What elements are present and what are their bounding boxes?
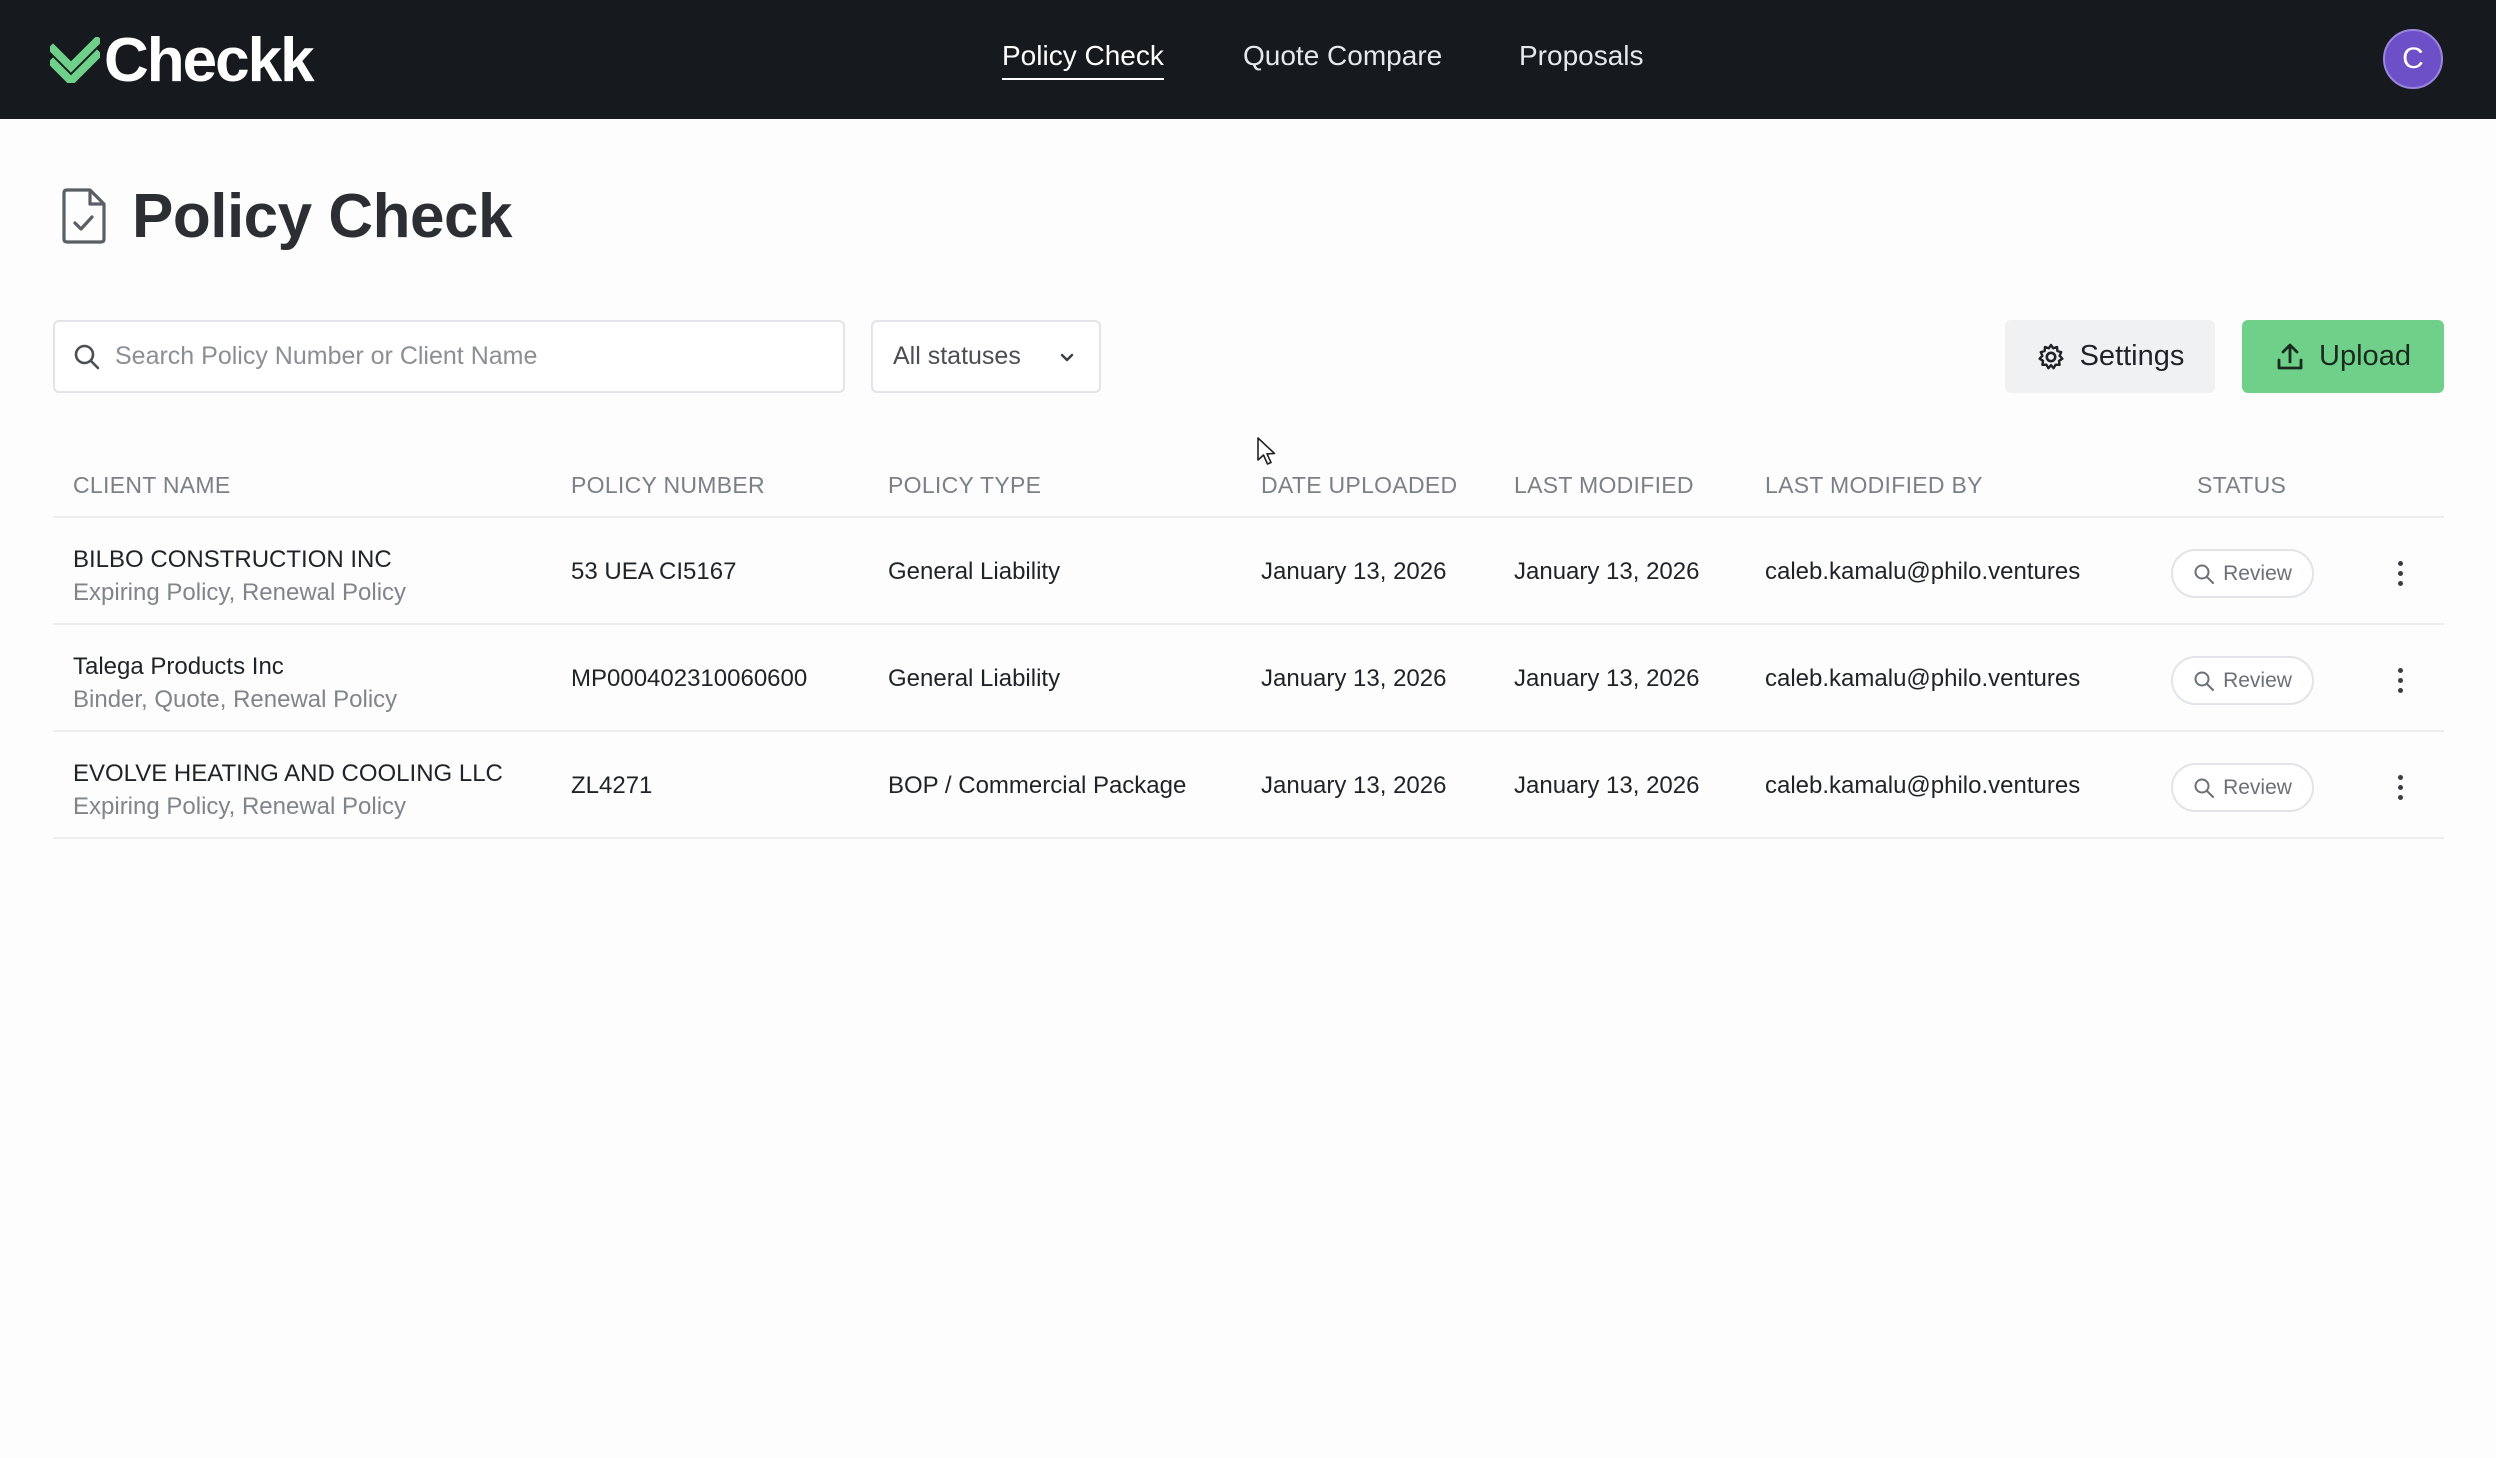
client-document-tags: Expiring Policy, Renewal Policy bbox=[73, 579, 407, 606]
upload-icon bbox=[2277, 343, 2303, 369]
table-row[interactable]: BILBO CONSTRUCTION INC Expiring Policy, … bbox=[53, 518, 2444, 625]
date-uploaded: January 13, 2026 bbox=[1261, 558, 1447, 585]
nav-policy-check[interactable]: Policy Check bbox=[1002, 40, 1164, 80]
status-label: Review bbox=[2223, 775, 2292, 799]
last-modified: January 13, 2026 bbox=[1514, 558, 1700, 585]
search-icon bbox=[2194, 671, 2215, 691]
status-label: Review bbox=[2223, 668, 2292, 692]
search-icon bbox=[2194, 778, 2215, 798]
policy-number: ZL4271 bbox=[571, 772, 653, 799]
review-status-button[interactable]: Review bbox=[2171, 763, 2314, 812]
column-header-last-modified[interactable]: LAST MODIFIED bbox=[1514, 472, 1694, 499]
column-header-policy-number[interactable]: POLICY NUMBER bbox=[571, 472, 765, 499]
client-document-tags: Expiring Policy, Renewal Policy bbox=[73, 793, 407, 820]
client-name: EVOLVE HEATING AND COOLING LLC bbox=[73, 760, 503, 787]
review-status-button[interactable]: Review bbox=[2171, 549, 2314, 598]
status-filter-dropdown[interactable]: All statuses bbox=[871, 320, 1101, 393]
table-header: CLIENT NAME POLICY NUMBER POLICY TYPE DA… bbox=[53, 450, 2444, 518]
column-header-status[interactable]: STATUS bbox=[2197, 472, 2286, 499]
column-header-date-uploaded[interactable]: DATE UPLOADED bbox=[1261, 472, 1457, 499]
policy-table: CLIENT NAME POLICY NUMBER POLICY TYPE DA… bbox=[53, 450, 2444, 839]
policy-number: 53 UEA CI5167 bbox=[571, 558, 737, 585]
review-status-button[interactable]: Review bbox=[2171, 656, 2314, 705]
table-row[interactable]: EVOLVE HEATING AND COOLING LLC Expiring … bbox=[53, 732, 2444, 839]
policy-type: General Liability bbox=[888, 558, 1061, 585]
client-name: BILBO CONSTRUCTION INC bbox=[73, 546, 392, 573]
upload-button[interactable]: Upload bbox=[2242, 320, 2444, 393]
last-modified-by: caleb.kamalu@philo.ventures bbox=[1765, 665, 2081, 692]
row-actions-menu-icon[interactable] bbox=[2383, 765, 2417, 809]
top-navigation-bar: Checkk Policy Check Quote Compare Propos… bbox=[0, 0, 2496, 119]
main-nav: Policy Check Quote Compare Proposals bbox=[0, 0, 2496, 119]
row-actions-menu-icon[interactable] bbox=[2383, 658, 2417, 702]
column-header-client-name[interactable]: CLIENT NAME bbox=[73, 472, 231, 499]
search-icon bbox=[74, 344, 100, 369]
last-modified: January 13, 2026 bbox=[1514, 665, 1700, 692]
nav-proposals[interactable]: Proposals bbox=[1519, 40, 1644, 72]
upload-label: Upload bbox=[2319, 340, 2411, 372]
page-header: Policy Check bbox=[60, 180, 512, 252]
nav-quote-compare[interactable]: Quote Compare bbox=[1243, 40, 1442, 72]
client-name: Talega Products Inc bbox=[73, 653, 284, 680]
policy-type: General Liability bbox=[888, 665, 1061, 692]
row-actions-menu-icon[interactable] bbox=[2383, 551, 2417, 595]
settings-button[interactable]: Settings bbox=[2005, 320, 2215, 393]
search-box[interactable] bbox=[53, 320, 845, 393]
last-modified: January 13, 2026 bbox=[1514, 772, 1700, 799]
settings-label: Settings bbox=[2079, 340, 2185, 372]
chevron-down-icon bbox=[1060, 353, 1074, 362]
status-filter-value: All statuses bbox=[893, 342, 1021, 370]
date-uploaded: January 13, 2026 bbox=[1261, 772, 1447, 799]
policy-type: BOP / Commercial Package bbox=[888, 772, 1187, 799]
column-header-last-modified-by[interactable]: LAST MODIFIED BY bbox=[1765, 472, 1983, 499]
last-modified-by: caleb.kamalu@philo.ventures bbox=[1765, 772, 2081, 799]
column-header-policy-type[interactable]: POLICY TYPE bbox=[888, 472, 1041, 499]
gear-icon bbox=[2037, 343, 2064, 369]
last-modified-by: caleb.kamalu@philo.ventures bbox=[1765, 558, 2081, 585]
search-icon bbox=[2194, 564, 2215, 584]
policy-number: MP000402310060600 bbox=[571, 665, 808, 692]
client-document-tags: Binder, Quote, Renewal Policy bbox=[73, 686, 398, 713]
page-title: Policy Check bbox=[132, 181, 512, 251]
document-check-icon bbox=[62, 188, 106, 244]
status-label: Review bbox=[2223, 561, 2292, 585]
date-uploaded: January 13, 2026 bbox=[1261, 665, 1447, 692]
table-row[interactable]: Talega Products Inc Binder, Quote, Renew… bbox=[53, 625, 2444, 732]
user-avatar[interactable]: C bbox=[2383, 29, 2443, 89]
search-input[interactable] bbox=[115, 342, 795, 371]
